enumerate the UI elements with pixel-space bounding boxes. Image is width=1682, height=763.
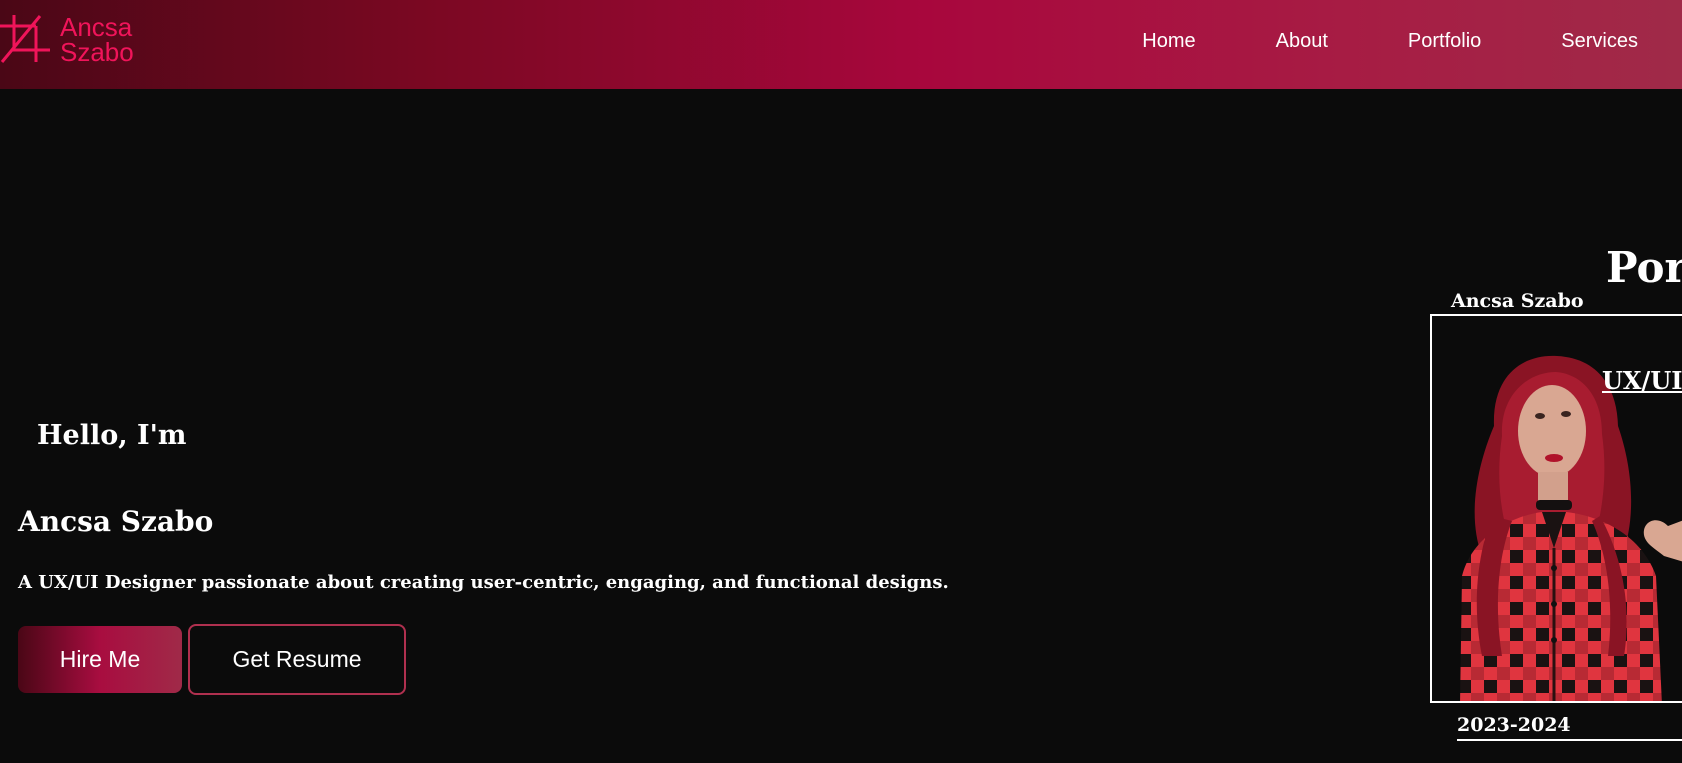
get-resume-button[interactable]: Get Resume — [188, 624, 406, 695]
card-role: UX/UI — [1602, 366, 1682, 395]
logo-text-line2: Szabo — [60, 37, 134, 67]
nav-link-about[interactable]: About — [1276, 30, 1328, 53]
portfolio-heading: Por — [1606, 243, 1682, 292]
card-year: 2023-2024 — [1457, 714, 1571, 736]
hero-name: Ancsa Szabo — [18, 505, 214, 538]
main-nav: Home About Portfolio Services — [1142, 0, 1638, 82]
card-year-underline — [1457, 739, 1682, 741]
logo-text: Ancsa Szabo — [60, 14, 134, 67]
hire-me-button[interactable]: Hire Me — [18, 626, 182, 693]
nav-link-home[interactable]: Home — [1142, 30, 1195, 53]
navbar: Ancsa Szabo Home About Portfolio Service… — [0, 0, 1682, 89]
card-name: Ancsa Szabo — [1451, 290, 1584, 312]
nav-link-services[interactable]: Services — [1561, 30, 1638, 53]
logo-mark-icon — [0, 15, 50, 63]
logo[interactable]: Ancsa Szabo — [0, 12, 134, 68]
hero-greeting: Hello, I'm — [37, 420, 187, 451]
nav-link-portfolio[interactable]: Portfolio — [1408, 30, 1481, 53]
hero-tagline: A UX/UI Designer passionate about creati… — [18, 572, 949, 593]
